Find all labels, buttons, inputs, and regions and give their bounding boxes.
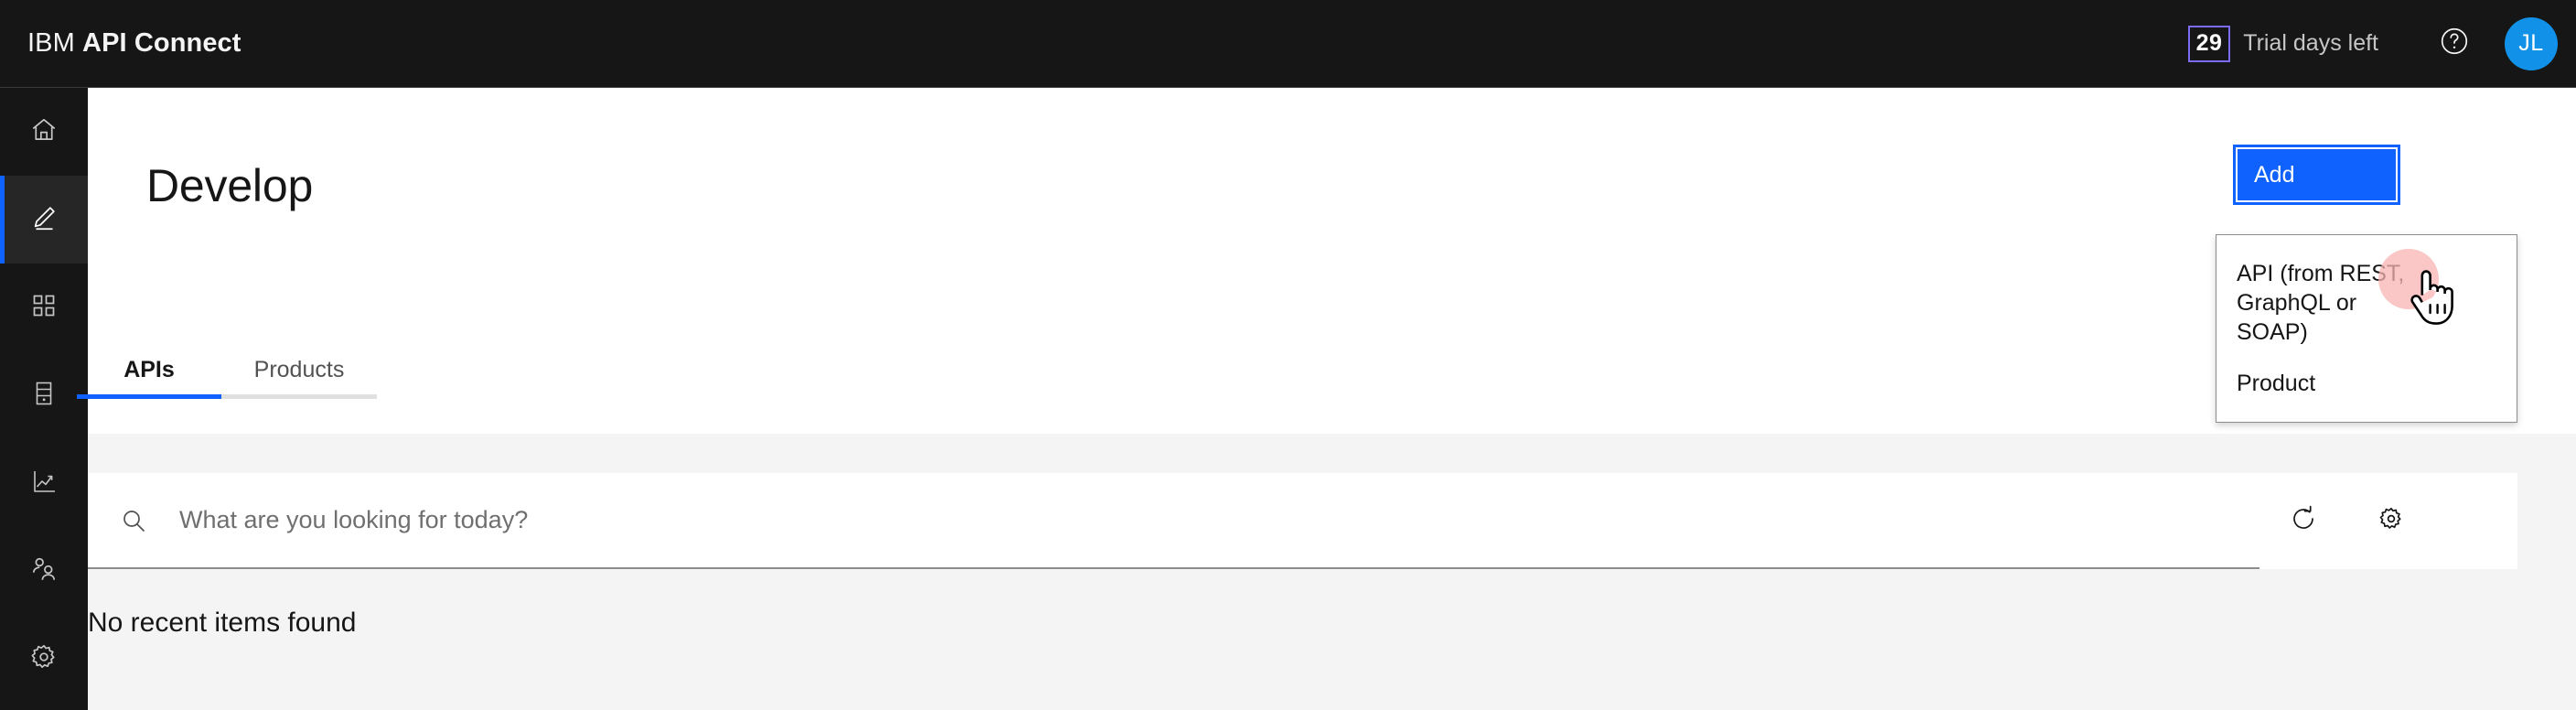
settings-gear-icon [28,641,59,677]
apps-grid-icon [29,291,59,325]
search-input[interactable] [179,506,2259,534]
sidebar-item-gateways[interactable] [0,351,88,439]
sidebar [0,88,88,710]
trial-days-badge: 29 [2187,25,2231,62]
brand-title[interactable]: IBM API Connect [27,28,242,59]
add-menu: API (from REST, GraphQL or SOAP) Product [2216,234,2517,423]
tab-products[interactable]: Products [221,346,377,399]
settings-gear-icon [2377,504,2406,538]
content-area: No recent items found [88,434,2576,710]
page-body: Develop APIs Products What are you looki… [77,88,2576,710]
sidebar-item-develop[interactable] [0,176,88,264]
app-header: IBM API Connect 29 Trial days left JL [0,0,2576,88]
refresh-button[interactable] [2259,473,2347,569]
tab-apis-label: APIs [123,357,175,382]
sidebar-item-apps[interactable] [0,264,88,351]
sidebar-item-home[interactable] [0,88,88,176]
refresh-icon [2289,504,2318,538]
trial-days-label: Trial days left [2243,30,2378,56]
page-title: Develop [146,160,314,211]
menu-item-api[interactable]: API (from REST, GraphQL or SOAP) [2216,248,2445,358]
tab-apis[interactable]: APIs [77,346,221,399]
search-panel [88,473,2517,569]
help-button[interactable] [2419,0,2490,88]
add-button[interactable]: Add [2233,145,2400,205]
pencil-edit-icon [28,202,59,238]
sidebar-item-settings[interactable] [0,615,88,703]
sidebar-item-analytics[interactable] [0,439,88,527]
search-settings-button[interactable] [2347,473,2435,569]
menu-item-product[interactable]: Product [2216,358,2517,409]
trial-status: 29 Trial days left [2187,25,2378,62]
header-right-group: 29 Trial days left JL [2187,0,2576,88]
tab-products-label: Products [253,357,345,382]
search-field[interactable] [88,473,2259,569]
search-icon [88,506,179,535]
help-circle-icon [2439,26,2470,61]
brand-product: API Connect [82,28,242,58]
analytics-chart-icon [29,467,59,500]
empty-state-message: No recent items found [88,608,357,638]
users-group-icon [28,554,59,589]
brand-ibm: IBM [27,28,75,58]
avatar[interactable]: JL [2505,16,2558,70]
tab-bar: APIs Products [77,346,2576,403]
sidebar-item-members[interactable] [0,527,88,615]
home-icon [28,114,59,150]
server-rack-icon [29,379,59,413]
